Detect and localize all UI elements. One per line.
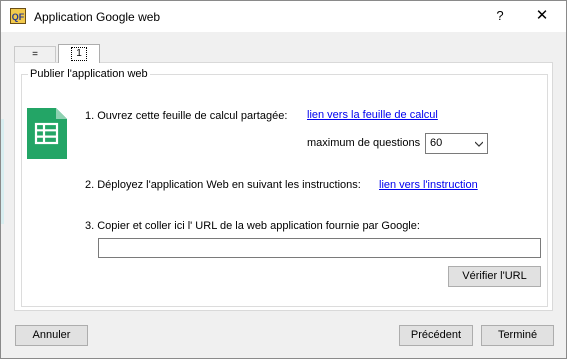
step2-text: 2. Déployez l'application Web en suivant… — [85, 179, 361, 191]
chevron-down-icon — [475, 141, 483, 147]
max-questions-label: maximum de questions — [307, 137, 421, 149]
google-sheets-icon — [27, 108, 67, 159]
spreadsheet-link[interactable]: lien vers la feuille de calcul — [307, 109, 438, 121]
instruction-link[interactable]: lien vers l'instruction — [379, 179, 478, 191]
max-questions-value: 60 — [430, 137, 443, 149]
done-button[interactable]: Terminé — [481, 325, 554, 346]
tab-1-label: 1 — [71, 47, 87, 61]
dialog-window: QF Application Google web ? ✕ = 1 Publie… — [0, 0, 567, 359]
tab-equals[interactable]: = — [14, 46, 56, 62]
help-button[interactable]: ? — [488, 6, 512, 26]
title-bar: QF Application Google web ? ✕ — [1, 1, 566, 32]
close-button[interactable]: ✕ — [528, 6, 556, 26]
tab-1[interactable]: 1 — [58, 44, 100, 63]
step1-text: 1. Ouvrez cette feuille de calcul partag… — [85, 110, 288, 122]
step3-text: 3. Copier et coller ici l' URL de la web… — [85, 220, 420, 232]
verify-url-button[interactable]: Vérifier l'URL — [448, 266, 541, 287]
max-questions-select[interactable]: 60 — [425, 133, 488, 154]
window-title: Application Google web — [34, 10, 161, 24]
background-accent — [1, 119, 4, 224]
app-logo-icon: QF — [10, 8, 26, 24]
cancel-button[interactable]: Annuler — [15, 325, 88, 346]
previous-button[interactable]: Précédent — [399, 325, 473, 346]
url-input[interactable] — [98, 238, 541, 258]
groupbox-title: Publier l'application web — [28, 68, 150, 80]
